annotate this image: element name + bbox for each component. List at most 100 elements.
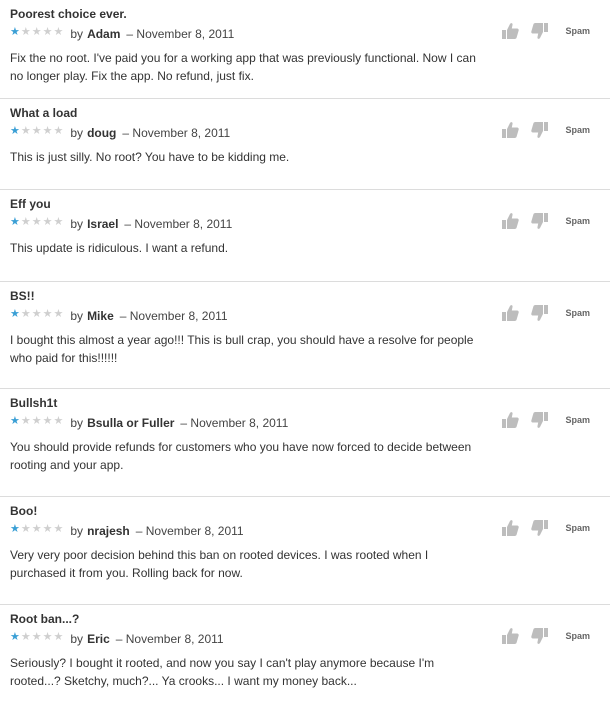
review-by-label: by — [70, 126, 84, 140]
star-filled-icon: ★ — [10, 215, 20, 228]
star-filled-icon: ★ — [10, 124, 20, 137]
thumbs-down-icon[interactable] — [529, 625, 551, 647]
star-empty-icon: ★ — [31, 522, 42, 535]
review-body: You should provide refunds for customers… — [10, 440, 472, 472]
review-body: This update is ridiculous. I want a refu… — [10, 241, 229, 255]
review-item: Eff you ★ ★ ★ ★ ★ by Israel – November 8, 20… — [0, 190, 610, 282]
thumbs-down-icon[interactable] — [529, 409, 551, 431]
star-empty-icon: ★ — [20, 307, 31, 320]
star-empty-icon: ★ — [31, 630, 42, 643]
star-empty-icon: ★ — [31, 414, 42, 427]
thumbs-up-icon[interactable] — [499, 119, 521, 141]
star-rating: ★ ★ ★ ★ ★ — [10, 215, 64, 228]
thumbs-down-icon[interactable] — [529, 119, 551, 141]
review-author[interactable]: Adam — [87, 26, 120, 42]
star-empty-icon: ★ — [42, 522, 53, 535]
review-item: Boo! ★ ★ ★ ★ ★ by nrajesh – November 8, 2011… — [0, 497, 610, 605]
star-empty-icon: ★ — [42, 630, 53, 643]
review-by-label: by — [70, 27, 84, 41]
spam-link[interactable]: Spam — [565, 631, 590, 641]
thumbs-up-icon[interactable] — [499, 625, 521, 647]
review-date: – November 8, 2011 — [122, 126, 231, 140]
review-by-label: by — [70, 524, 84, 538]
review-body: Fix the no root. I've paid you for a wor… — [10, 51, 476, 83]
review-author[interactable]: Bsulla or Fuller — [87, 415, 174, 431]
review-by-label: by — [70, 632, 84, 646]
thumbs-up-icon[interactable] — [499, 517, 521, 539]
thumbs-up-icon[interactable] — [499, 210, 521, 232]
star-filled-icon: ★ — [10, 307, 20, 320]
thumbs-down-icon[interactable] — [529, 302, 551, 324]
star-empty-icon: ★ — [20, 25, 31, 38]
spam-link[interactable]: Spam — [565, 216, 590, 226]
review-date: – November 8, 2011 — [115, 632, 224, 646]
review-item: BS!! ★ ★ ★ ★ ★ by Mike – November 8, 2011 I … — [0, 282, 610, 389]
review-actions: Spam — [499, 517, 590, 539]
spam-link[interactable]: Spam — [565, 523, 590, 533]
review-body: This is just silly. No root? You have to… — [10, 150, 290, 164]
star-rating: ★ ★ ★ ★ ★ — [10, 522, 64, 535]
star-empty-icon: ★ — [42, 25, 53, 38]
star-empty-icon: ★ — [53, 124, 64, 137]
spam-link[interactable]: Spam — [565, 125, 590, 135]
star-empty-icon: ★ — [31, 307, 42, 320]
review-actions: Spam — [499, 409, 590, 431]
review-actions: Spam — [499, 210, 590, 232]
spam-link[interactable]: Spam — [565, 415, 590, 425]
review-by-label: by — [70, 416, 84, 430]
star-empty-icon: ★ — [20, 414, 31, 427]
star-empty-icon: ★ — [42, 307, 53, 320]
star-rating: ★ ★ ★ ★ ★ — [10, 25, 64, 38]
star-empty-icon: ★ — [20, 630, 31, 643]
review-by-label: by — [70, 217, 84, 231]
thumbs-down-icon[interactable] — [529, 210, 551, 232]
star-empty-icon: ★ — [53, 25, 64, 38]
review-actions: Spam — [499, 119, 590, 141]
review-date: – November 8, 2011 — [124, 217, 233, 231]
star-empty-icon: ★ — [31, 124, 42, 137]
star-empty-icon: ★ — [42, 215, 53, 228]
star-empty-icon: ★ — [53, 630, 64, 643]
review-actions: Spam — [499, 625, 590, 647]
review-body: I bought this almost a year ago!!! This … — [10, 333, 474, 365]
star-empty-icon: ★ — [53, 414, 64, 427]
review-author[interactable]: Mike — [87, 308, 114, 324]
spam-link[interactable]: Spam — [565, 26, 590, 36]
review-body: Seriously? I bought it rooted, and now y… — [10, 656, 435, 688]
star-filled-icon: ★ — [10, 25, 20, 38]
review-actions: Spam — [499, 20, 590, 42]
review-author[interactable]: Eric — [87, 631, 110, 647]
star-empty-icon: ★ — [31, 215, 42, 228]
thumbs-up-icon[interactable] — [499, 302, 521, 324]
star-empty-icon: ★ — [31, 25, 42, 38]
thumbs-down-icon[interactable] — [529, 517, 551, 539]
review-body: Very very poor decision behind this ban … — [10, 548, 429, 580]
star-rating: ★ ★ ★ ★ ★ — [10, 307, 64, 320]
star-empty-icon: ★ — [20, 522, 31, 535]
thumbs-up-icon[interactable] — [499, 409, 521, 431]
star-rating: ★ ★ ★ ★ ★ — [10, 124, 64, 137]
star-empty-icon: ★ — [42, 414, 53, 427]
star-empty-icon: ★ — [42, 124, 53, 137]
star-filled-icon: ★ — [10, 414, 20, 427]
star-filled-icon: ★ — [10, 630, 20, 643]
star-empty-icon: ★ — [53, 307, 64, 320]
review-date: – November 8, 2011 — [135, 524, 244, 538]
review-author[interactable]: nrajesh — [87, 523, 130, 539]
review-author[interactable]: doug — [87, 125, 116, 141]
review-item: Bullsh1t ★ ★ ★ ★ ★ by Bsulla or Fuller – Nov… — [0, 389, 610, 497]
review-list: Poorest choice ever. ★ ★ ★ ★ ★ by Adam – Nov… — [0, 0, 610, 704]
star-empty-icon: ★ — [20, 215, 31, 228]
spam-link[interactable]: Spam — [565, 308, 590, 318]
review-author[interactable]: Israel — [87, 216, 118, 232]
review-date: – November 8, 2011 — [180, 416, 289, 430]
star-empty-icon: ★ — [53, 522, 64, 535]
star-filled-icon: ★ — [10, 522, 20, 535]
thumbs-up-icon[interactable] — [499, 20, 521, 42]
thumbs-down-icon[interactable] — [529, 20, 551, 42]
review-item: Poorest choice ever. ★ ★ ★ ★ ★ by Adam – Nov… — [0, 0, 610, 99]
review-item: What a load ★ ★ ★ ★ ★ by doug – November 8, … — [0, 99, 610, 190]
star-empty-icon: ★ — [20, 124, 31, 137]
star-empty-icon: ★ — [53, 215, 64, 228]
review-by-label: by — [70, 309, 84, 323]
